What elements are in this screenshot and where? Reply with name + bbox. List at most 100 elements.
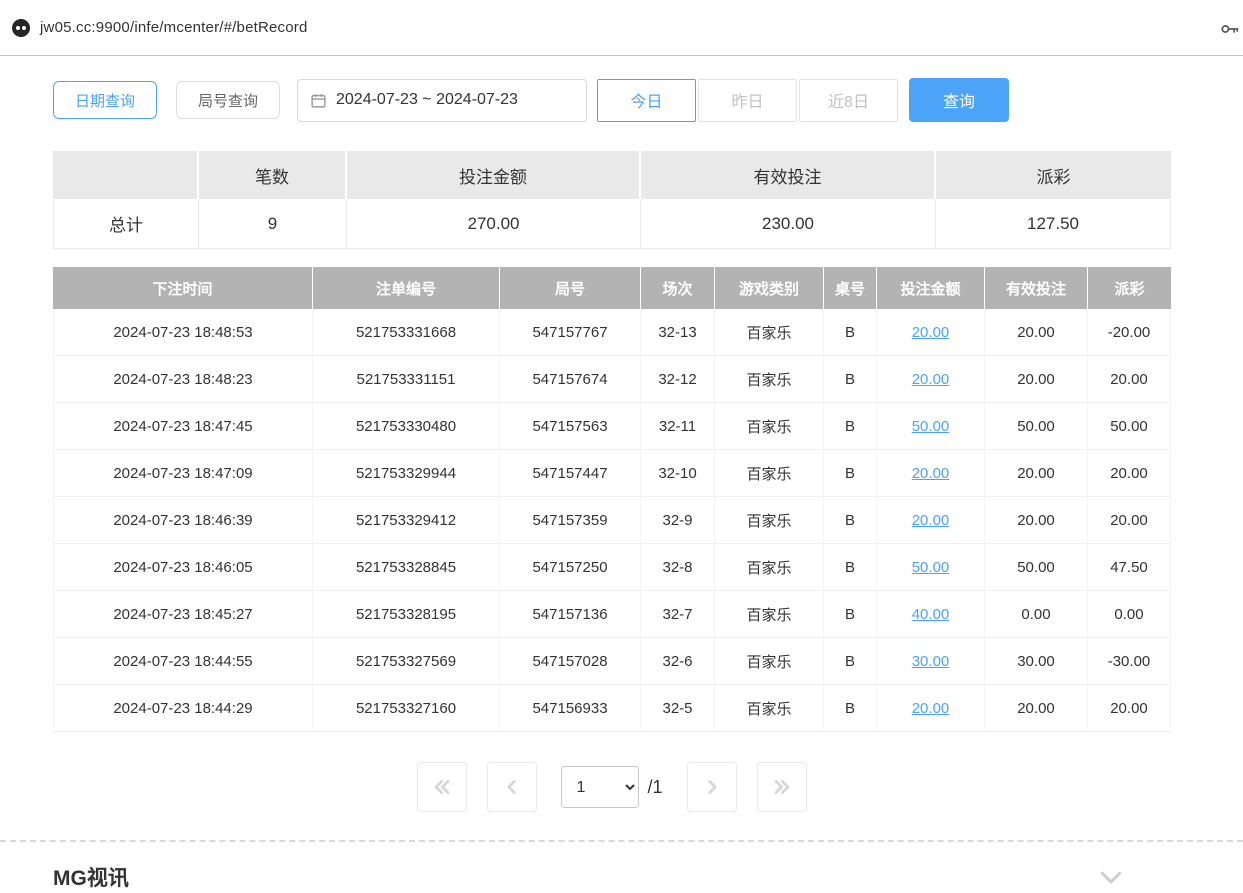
bet-amount-link[interactable]: 40.00 <box>912 606 950 623</box>
cell-bet-time: 2024-07-23 18:44:29 <box>53 685 313 732</box>
today-button[interactable]: 今日 <box>597 79 696 122</box>
cell-session: 32-11 <box>641 403 715 450</box>
filter-row: 日期查询 局号查询 2024-07-23 ~ 2024-07-23 今日 昨日 … <box>53 78 1171 122</box>
cell-order-no: 521753329944 <box>313 450 500 497</box>
search-button[interactable]: 查询 <box>909 78 1009 122</box>
bet-amount-link[interactable]: 20.00 <box>912 512 950 529</box>
bet-amount-link[interactable]: 20.00 <box>912 465 950 482</box>
col-table-no: 桌号 <box>824 267 877 309</box>
summary-table: 笔数 投注金额 有效投注 派彩 总计 9 270.00 230.00 127.5… <box>53 151 1171 249</box>
bet-amount-link[interactable]: 30.00 <box>912 653 950 670</box>
cell-order-no: 521753329412 <box>313 497 500 544</box>
bet-amount-link[interactable]: 20.00 <box>912 371 950 388</box>
cell-valid-bet: 20.00 <box>985 309 1088 356</box>
summary-header-row: 笔数 投注金额 有效投注 派彩 <box>53 151 1171 199</box>
bet-amount-link[interactable]: 50.00 <box>912 559 950 576</box>
quick-range-group: 今日 昨日 近8日 <box>597 79 898 122</box>
cell-payout: 0.00 <box>1088 591 1171 638</box>
cell-round-no: 547157136 <box>500 591 641 638</box>
col-game-type: 游戏类别 <box>715 267 824 309</box>
cell-game-type: 百家乐 <box>715 450 824 497</box>
cell-table-no: B <box>824 591 877 638</box>
cell-bet-time: 2024-07-23 18:46:39 <box>53 497 313 544</box>
cell-round-no: 547157447 <box>500 450 641 497</box>
date-query-tab[interactable]: 日期查询 <box>53 81 157 119</box>
site-icon <box>12 19 30 37</box>
section-chevron-icon[interactable] <box>1096 862 1126 892</box>
cell-bet-amount: 20.00 <box>877 309 985 356</box>
cell-bet-time: 2024-07-23 18:47:45 <box>53 403 313 450</box>
date-range-value: 2024-07-23 ~ 2024-07-23 <box>336 91 518 109</box>
cell-valid-bet: 20.00 <box>985 356 1088 403</box>
summary-bet-amount-value: 270.00 <box>347 199 641 249</box>
cell-game-type: 百家乐 <box>715 497 824 544</box>
cell-session: 32-8 <box>641 544 715 591</box>
pagination: 1 /1 <box>53 762 1171 812</box>
page-total: /1 <box>647 777 662 798</box>
date-range-input[interactable]: 2024-07-23 ~ 2024-07-23 <box>297 79 587 122</box>
summary-valid-bet-value: 230.00 <box>641 199 936 249</box>
cell-payout: 20.00 <box>1088 497 1171 544</box>
table-row: 2024-07-23 18:45:27521753328195547157136… <box>53 591 1171 638</box>
cell-bet-time: 2024-07-23 18:48:23 <box>53 356 313 403</box>
cell-order-no: 521753331151 <box>313 356 500 403</box>
cell-session: 32-10 <box>641 450 715 497</box>
cell-order-no: 521753331668 <box>313 309 500 356</box>
cell-session: 32-6 <box>641 638 715 685</box>
cell-order-no: 521753330480 <box>313 403 500 450</box>
cell-round-no: 547156933 <box>500 685 641 732</box>
yesterday-button[interactable]: 昨日 <box>698 79 797 122</box>
cell-bet-amount: 20.00 <box>877 685 985 732</box>
cell-bet-amount: 30.00 <box>877 638 985 685</box>
round-query-tab[interactable]: 局号查询 <box>176 81 280 119</box>
cell-round-no: 547157563 <box>500 403 641 450</box>
cell-game-type: 百家乐 <box>715 403 824 450</box>
cell-table-no: B <box>824 356 877 403</box>
cell-session: 32-12 <box>641 356 715 403</box>
cell-payout: -30.00 <box>1088 638 1171 685</box>
table-row: 2024-07-23 18:44:29521753327160547156933… <box>53 685 1171 732</box>
cell-order-no: 521753328845 <box>313 544 500 591</box>
last-page-button[interactable] <box>757 762 807 812</box>
mg-section-title: MG视讯 <box>53 862 129 892</box>
cell-payout: 50.00 <box>1088 403 1171 450</box>
cell-payout: 20.00 <box>1088 450 1171 497</box>
col-valid-bet: 有效投注 <box>985 267 1088 309</box>
calendar-icon <box>310 92 327 109</box>
cell-round-no: 547157359 <box>500 497 641 544</box>
col-payout: 派彩 <box>1088 267 1171 309</box>
cell-valid-bet: 20.00 <box>985 497 1088 544</box>
col-bet-amount: 投注金额 <box>877 267 985 309</box>
cell-table-no: B <box>824 403 877 450</box>
next-page-button[interactable] <box>687 762 737 812</box>
bet-amount-link[interactable]: 20.00 <box>912 324 950 341</box>
bet-amount-link[interactable]: 20.00 <box>912 700 950 717</box>
cell-table-no: B <box>824 638 877 685</box>
summary-total-row: 总计 9 270.00 230.00 127.50 <box>53 199 1171 249</box>
page-select[interactable]: 1 <box>561 766 639 808</box>
table-row: 2024-07-23 18:48:23521753331151547157674… <box>53 356 1171 403</box>
cell-bet-amount: 20.00 <box>877 450 985 497</box>
summary-payout-value: 127.50 <box>936 199 1171 249</box>
url-text[interactable]: jw05.cc:9900/infe/mcenter/#/betRecord <box>40 19 308 36</box>
summary-header-bet-amount: 投注金额 <box>347 151 641 199</box>
cell-session: 32-7 <box>641 591 715 638</box>
cell-game-type: 百家乐 <box>715 591 824 638</box>
col-round-no: 局号 <box>500 267 641 309</box>
bet-amount-link[interactable]: 50.00 <box>912 418 950 435</box>
first-page-icon <box>431 776 453 798</box>
last8days-button[interactable]: 近8日 <box>799 79 898 122</box>
summary-header-valid-bet: 有效投注 <box>641 151 936 199</box>
summary-header-count: 笔数 <box>199 151 347 199</box>
cell-payout: 47.50 <box>1088 544 1171 591</box>
prev-page-icon <box>501 776 523 798</box>
cell-valid-bet: 20.00 <box>985 450 1088 497</box>
first-page-button[interactable] <box>417 762 467 812</box>
table-row: 2024-07-23 18:46:39521753329412547157359… <box>53 497 1171 544</box>
cell-bet-time: 2024-07-23 18:44:55 <box>53 638 313 685</box>
summary-header-blank <box>53 151 199 199</box>
summary-count-value: 9 <box>199 199 347 249</box>
prev-page-button[interactable] <box>487 762 537 812</box>
col-bet-time: 下注时间 <box>53 267 313 309</box>
key-icon[interactable] <box>1219 18 1241 45</box>
